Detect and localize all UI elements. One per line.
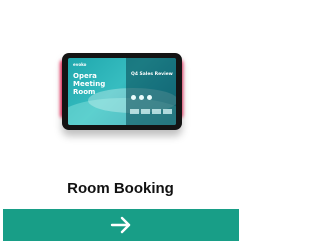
screen-meeting-title: Q4 Sales Review — [131, 72, 173, 77]
arrow-right-icon — [110, 216, 131, 234]
screen-room-title: Opera Meeting Room — [73, 72, 106, 96]
tablet-device-image: evoko Opera Meeting Room Q4 Sales Review — [62, 53, 182, 130]
product-card[interactable]: evoko Opera Meeting Room Q4 Sales Review… — [0, 0, 241, 241]
tablet-screen: evoko Opera Meeting Room Q4 Sales Review — [68, 58, 176, 125]
screen-logo: evoko — [73, 62, 87, 67]
screen-time-slots — [130, 99, 174, 118]
product-title: Room Booking — [67, 180, 174, 197]
open-room-booking-button[interactable] — [3, 209, 239, 241]
